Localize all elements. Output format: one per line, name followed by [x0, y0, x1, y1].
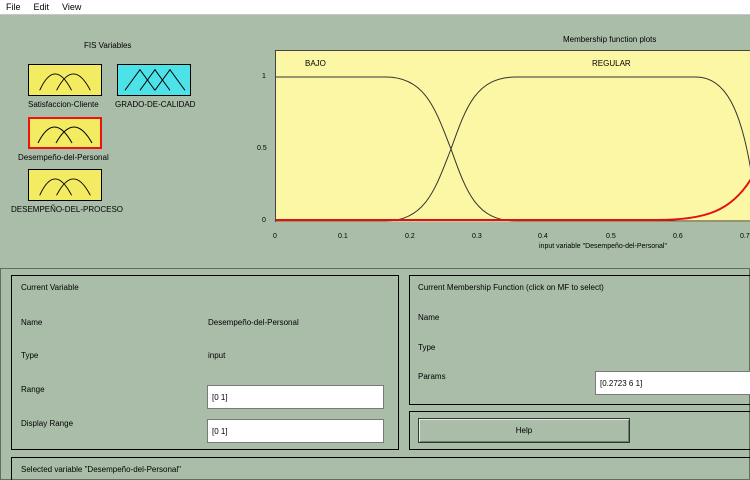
- mf-curve-selected: [276, 178, 750, 221]
- display-range-label: Display Range: [21, 419, 74, 428]
- help-button[interactable]: Help: [418, 418, 630, 443]
- x-tick-0.5: 0.5: [606, 233, 616, 240]
- fis-variables-title: FIS Variables: [84, 41, 132, 50]
- menu-bar: File Edit View: [0, 0, 750, 15]
- mf-curves: [276, 76, 750, 222]
- mf-label-regular: REGULAR: [592, 59, 631, 68]
- name-label: Name: [21, 318, 43, 327]
- mf-icon: [37, 126, 93, 144]
- range-input[interactable]: [0 1]: [207, 385, 384, 409]
- params-input[interactable]: [0.2723 6 1]: [595, 371, 750, 395]
- var-block-grado-de-calidad[interactable]: [117, 64, 191, 96]
- status-text: Selected variable "Desempeño-del-Persona…: [21, 465, 181, 474]
- name-value: Desempeño-del-Personal: [208, 318, 299, 327]
- x-tick-0.2: 0.2: [405, 233, 415, 240]
- var-label-grado-de-calidad: GRADO-DE-CALIDAD: [115, 100, 196, 109]
- mf-type-label: Type: [418, 343, 436, 352]
- x-tick-0.4: 0.4: [538, 233, 548, 240]
- mf-label-bajo: BAJO: [305, 59, 326, 68]
- plot-title: Membership function plots: [563, 35, 657, 44]
- mf-name-label: Name: [418, 313, 440, 322]
- y-tick-0.5: 0.5: [257, 145, 267, 152]
- x-tick-0: 0: [273, 233, 277, 240]
- mf-icon: [39, 178, 91, 196]
- var-label-satisfaccion: Satisfaccion-Cliente: [28, 100, 99, 109]
- range-label: Range: [21, 385, 45, 394]
- y-tick-0: 0: [262, 217, 266, 224]
- current-variable-header: Current Variable: [21, 283, 79, 292]
- mf-icon: [124, 68, 186, 91]
- x-tick-0.1: 0.1: [338, 233, 348, 240]
- x-axis-title: input variable "Desempeño-del-Personal": [539, 243, 667, 250]
- current-mf-header: Current Membership Function (click on MF…: [418, 283, 604, 292]
- type-label: Type: [21, 351, 39, 360]
- var-block-desempeno-personal[interactable]: [28, 117, 102, 149]
- membership-plot[interactable]: [275, 50, 750, 222]
- var-block-desempeno-proceso[interactable]: [28, 169, 102, 201]
- var-label-desempeno-proceso: DESEMPEÑO-DEL-PROCESO: [11, 205, 124, 214]
- display-range-input[interactable]: [0 1]: [207, 419, 384, 443]
- mf-icon: [39, 73, 91, 91]
- var-block-satisfaccion[interactable]: [28, 64, 102, 96]
- x-tick-0.3: 0.3: [472, 233, 482, 240]
- mf-curve-regular: [276, 76, 750, 222]
- x-tick-0.7: 0.7: [740, 233, 750, 240]
- menu-view[interactable]: View: [62, 2, 81, 12]
- y-tick-1: 1: [262, 73, 266, 80]
- menu-file[interactable]: File: [6, 2, 21, 12]
- type-value: input: [208, 351, 226, 360]
- var-label-desempeno-personal: Desempeño-del-Personal: [18, 153, 109, 162]
- mf-curve-bajo: [276, 76, 750, 222]
- x-tick-0.6: 0.6: [673, 233, 683, 240]
- menu-edit[interactable]: Edit: [34, 2, 50, 12]
- params-label: Params: [418, 372, 446, 381]
